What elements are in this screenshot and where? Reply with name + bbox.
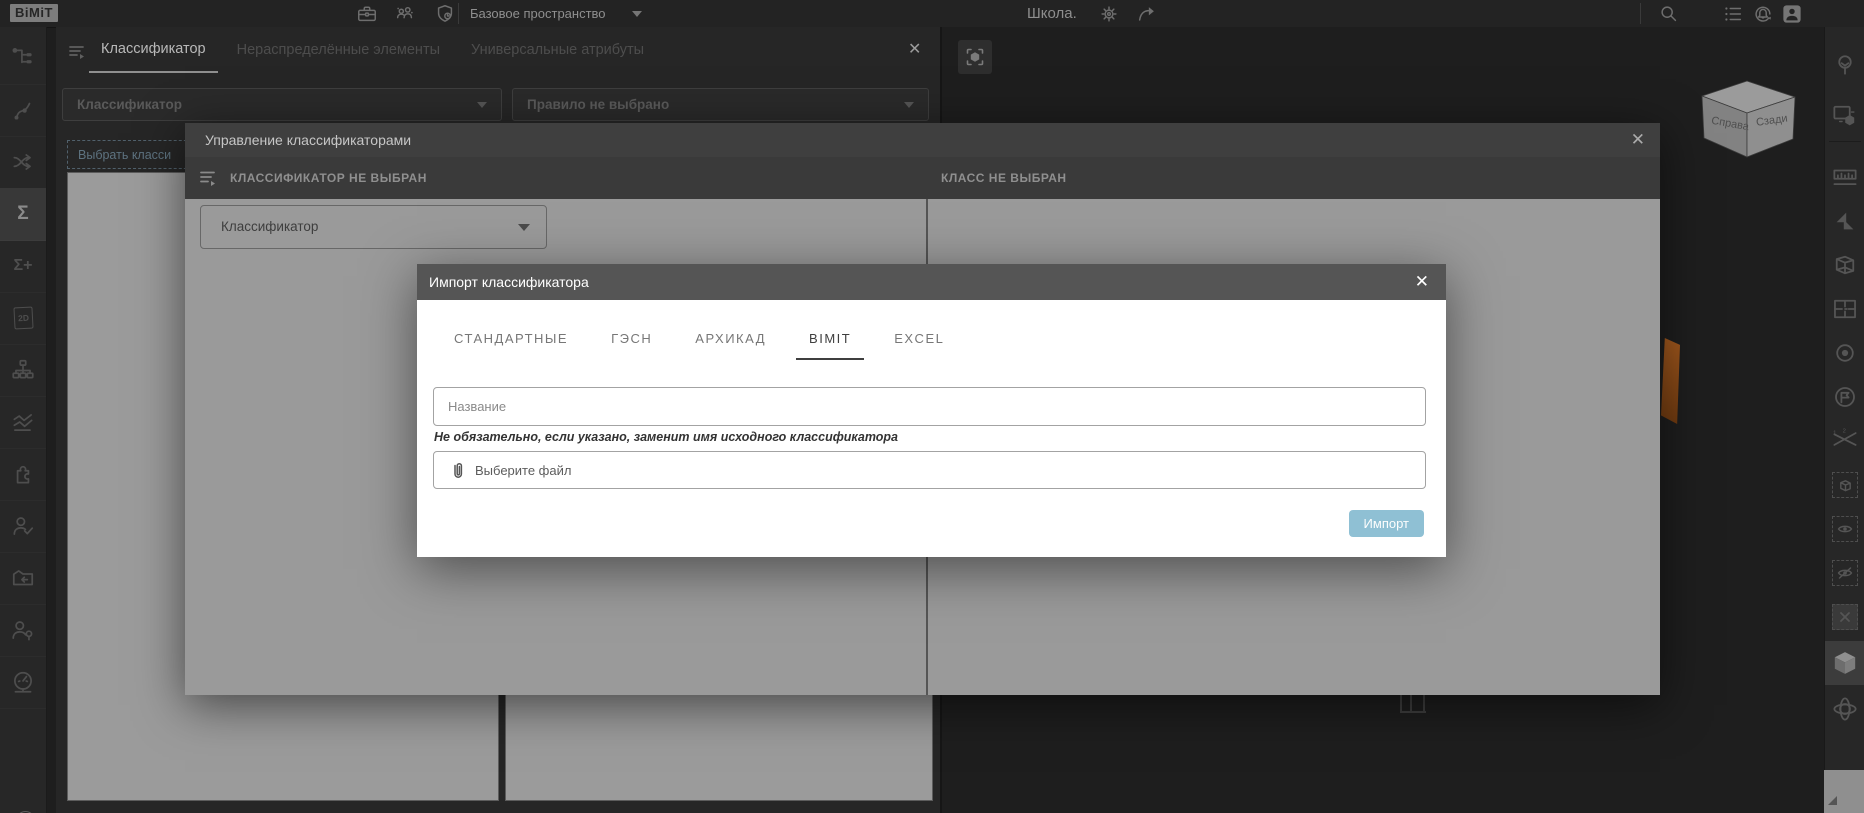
project-title: Школа. <box>1027 0 1077 27</box>
flag-icon[interactable] <box>1825 375 1864 419</box>
modal-classifier-dropdown[interactable]: Классификатор <box>200 205 547 249</box>
import-modal-title: Импорт классификатора <box>429 264 589 300</box>
right-toolbar: 12 <box>1824 27 1864 770</box>
import-source-tabs: СТАНДАРТНЫЕ ГЭСН АРХИКАД BIMIT EXCEL <box>441 324 957 360</box>
manage-modal-toolbar: КЛАССИФИКАТОР НЕ ВЫБРАН КЛАСС НЕ ВЫБРАН <box>185 157 1660 199</box>
svg-text:2: 2 <box>1843 429 1846 435</box>
settings-gear-icon[interactable] <box>1098 3 1120 25</box>
sigma-icon[interactable]: Σ <box>0 188 46 241</box>
resize-grip-icon[interactable] <box>1828 796 1837 805</box>
user-location-icon[interactable] <box>0 604 46 657</box>
import-button[interactable]: Импорт <box>1349 510 1424 537</box>
choose-file-button[interactable]: Выберите файл <box>433 451 1426 489</box>
modal-classifier-dropdown-label: Классификатор <box>221 206 318 248</box>
viewport-corner <box>1824 770 1864 813</box>
app-logo[interactable]: BiMiT <box>10 4 58 22</box>
doc-2d-icon[interactable]: 2D <box>0 292 46 345</box>
sort-menu-icon[interactable] <box>199 169 219 187</box>
puzzle-icon[interactable] <box>0 448 46 501</box>
search-icon[interactable] <box>1658 3 1680 25</box>
manage-modal-header: Управление классификаторами ✕ <box>185 123 1660 157</box>
tab-bimit[interactable]: BIMIT <box>796 324 864 360</box>
close-icon[interactable]: ✕ <box>1415 272 1429 292</box>
tab-excel[interactable]: EXCEL <box>881 324 957 358</box>
rule-dropdown-label: Правило не выбрано <box>527 89 669 120</box>
orbit-icon[interactable] <box>1825 687 1864 731</box>
tree-icon[interactable] <box>1825 43 1864 87</box>
manage-modal-title: Управление классификаторами <box>205 123 411 157</box>
box-3d-icon[interactable] <box>1825 243 1864 287</box>
classifier-dropdown-label: Классификатор <box>77 89 182 120</box>
panel-close-icon[interactable]: ✕ <box>908 39 921 59</box>
choose-file-label: Выберите файл <box>475 463 571 478</box>
account-icon[interactable] <box>1782 4 1802 24</box>
show-eye-icon[interactable] <box>1825 507 1864 551</box>
locate-target-icon[interactable] <box>1825 331 1864 375</box>
gauge-icon[interactable] <box>0 656 46 709</box>
model-fragment <box>1661 338 1680 424</box>
app-window: BiMiT Базовое пространство Школа. <box>0 0 1864 813</box>
sigma-glyph: Σ <box>17 203 28 225</box>
tab-standard[interactable]: СТАНДАРТНЫЕ <box>441 324 581 358</box>
classifier-not-selected-header: КЛАССИФИКАТОР НЕ ВЫБРАН <box>230 157 427 199</box>
axis-cross-icon[interactable]: 12 <box>1825 417 1864 461</box>
shield-check-icon[interactable] <box>434 3 456 25</box>
tab-classifier[interactable]: Классификатор <box>89 27 218 73</box>
import-classifier-modal: Импорт классификатора ✕ СТАНДАРТНЫЕ ГЭСН… <box>417 264 1446 557</box>
shuffle-icon[interactable] <box>0 136 46 189</box>
doc-2d-glyph: 2D <box>17 313 28 324</box>
import-modal-header: Импорт классификатора ✕ <box>417 264 1446 300</box>
chevron-down-icon <box>518 224 530 231</box>
select-region-icon[interactable] <box>1825 93 1864 137</box>
workspace-caret-icon[interactable] <box>632 11 642 17</box>
toolbar-divider <box>1829 141 1861 142</box>
list-icon[interactable] <box>1722 3 1744 25</box>
user-check-icon[interactable] <box>0 500 46 553</box>
svg-text:1: 1 <box>1833 430 1836 436</box>
classifier-dropdown[interactable]: Классификатор <box>62 88 502 121</box>
tab-unassigned-elements[interactable]: Нераспределённые элементы <box>225 28 452 72</box>
name-input[interactable] <box>433 387 1426 426</box>
structure-tree-icon[interactable] <box>0 32 46 85</box>
class-not-selected-header: КЛАСС НЕ ВЫБРАН <box>941 157 1067 199</box>
tab-universal-attributes[interactable]: Универсальные атрибуты <box>459 28 656 72</box>
floor-plan-icon[interactable] <box>1825 287 1864 331</box>
chevron-down-icon <box>477 102 487 108</box>
solid-cube-icon[interactable] <box>1825 641 1864 685</box>
chevron-down-icon <box>904 102 914 108</box>
clear-selection-icon[interactable] <box>1825 595 1864 639</box>
sigma-plus-glyph: Σ+ <box>14 257 33 275</box>
briefcase-icon[interactable] <box>356 3 378 25</box>
classifier-tabs: Классификатор Нераспределённые элементы … <box>89 27 656 73</box>
view-cube[interactable]: Справа Сзади <box>1700 80 1800 160</box>
notifications-icon[interactable] <box>1752 3 1774 25</box>
share-icon[interactable] <box>1136 3 1158 25</box>
isolate-cube-icon[interactable] <box>1825 463 1864 507</box>
select-classifier-hint[interactable]: Выбрать класси <box>67 140 197 169</box>
tab-gesn[interactable]: ГЭСН <box>598 324 665 358</box>
org-chart-icon[interactable] <box>0 344 46 397</box>
sort-menu-icon[interactable] <box>68 44 88 60</box>
team-icon[interactable] <box>394 3 416 25</box>
top-bar: BiMiT Базовое пространство Школа. <box>0 0 1864 28</box>
folder-import-icon[interactable] <box>0 552 46 605</box>
trend-lines-icon[interactable] <box>0 396 46 449</box>
topbar-divider-right <box>1640 3 1641 24</box>
paperclip-icon <box>450 461 466 479</box>
model-edge <box>1400 711 1426 713</box>
tab-archicad[interactable]: АРХИКАД <box>682 324 779 358</box>
selection-tool-button[interactable] <box>958 40 992 74</box>
close-icon[interactable]: ✕ <box>1631 130 1645 150</box>
name-helper-text: Не обязательно, если указано, заменит им… <box>434 430 898 444</box>
section-plane-icon[interactable] <box>1825 199 1864 243</box>
hide-eye-icon[interactable] <box>1825 551 1864 595</box>
left-toolbar: Σ Σ+ 2D ? <box>0 27 47 813</box>
path-node-icon[interactable] <box>0 84 46 137</box>
topbar-divider <box>458 3 459 24</box>
workspace-selector[interactable]: Базовое пространство <box>470 0 606 27</box>
sigma-plus-icon[interactable]: Σ+ <box>0 240 46 293</box>
rule-dropdown[interactable]: Правило не выбрано <box>512 88 929 121</box>
ruler-icon[interactable] <box>1825 155 1864 199</box>
